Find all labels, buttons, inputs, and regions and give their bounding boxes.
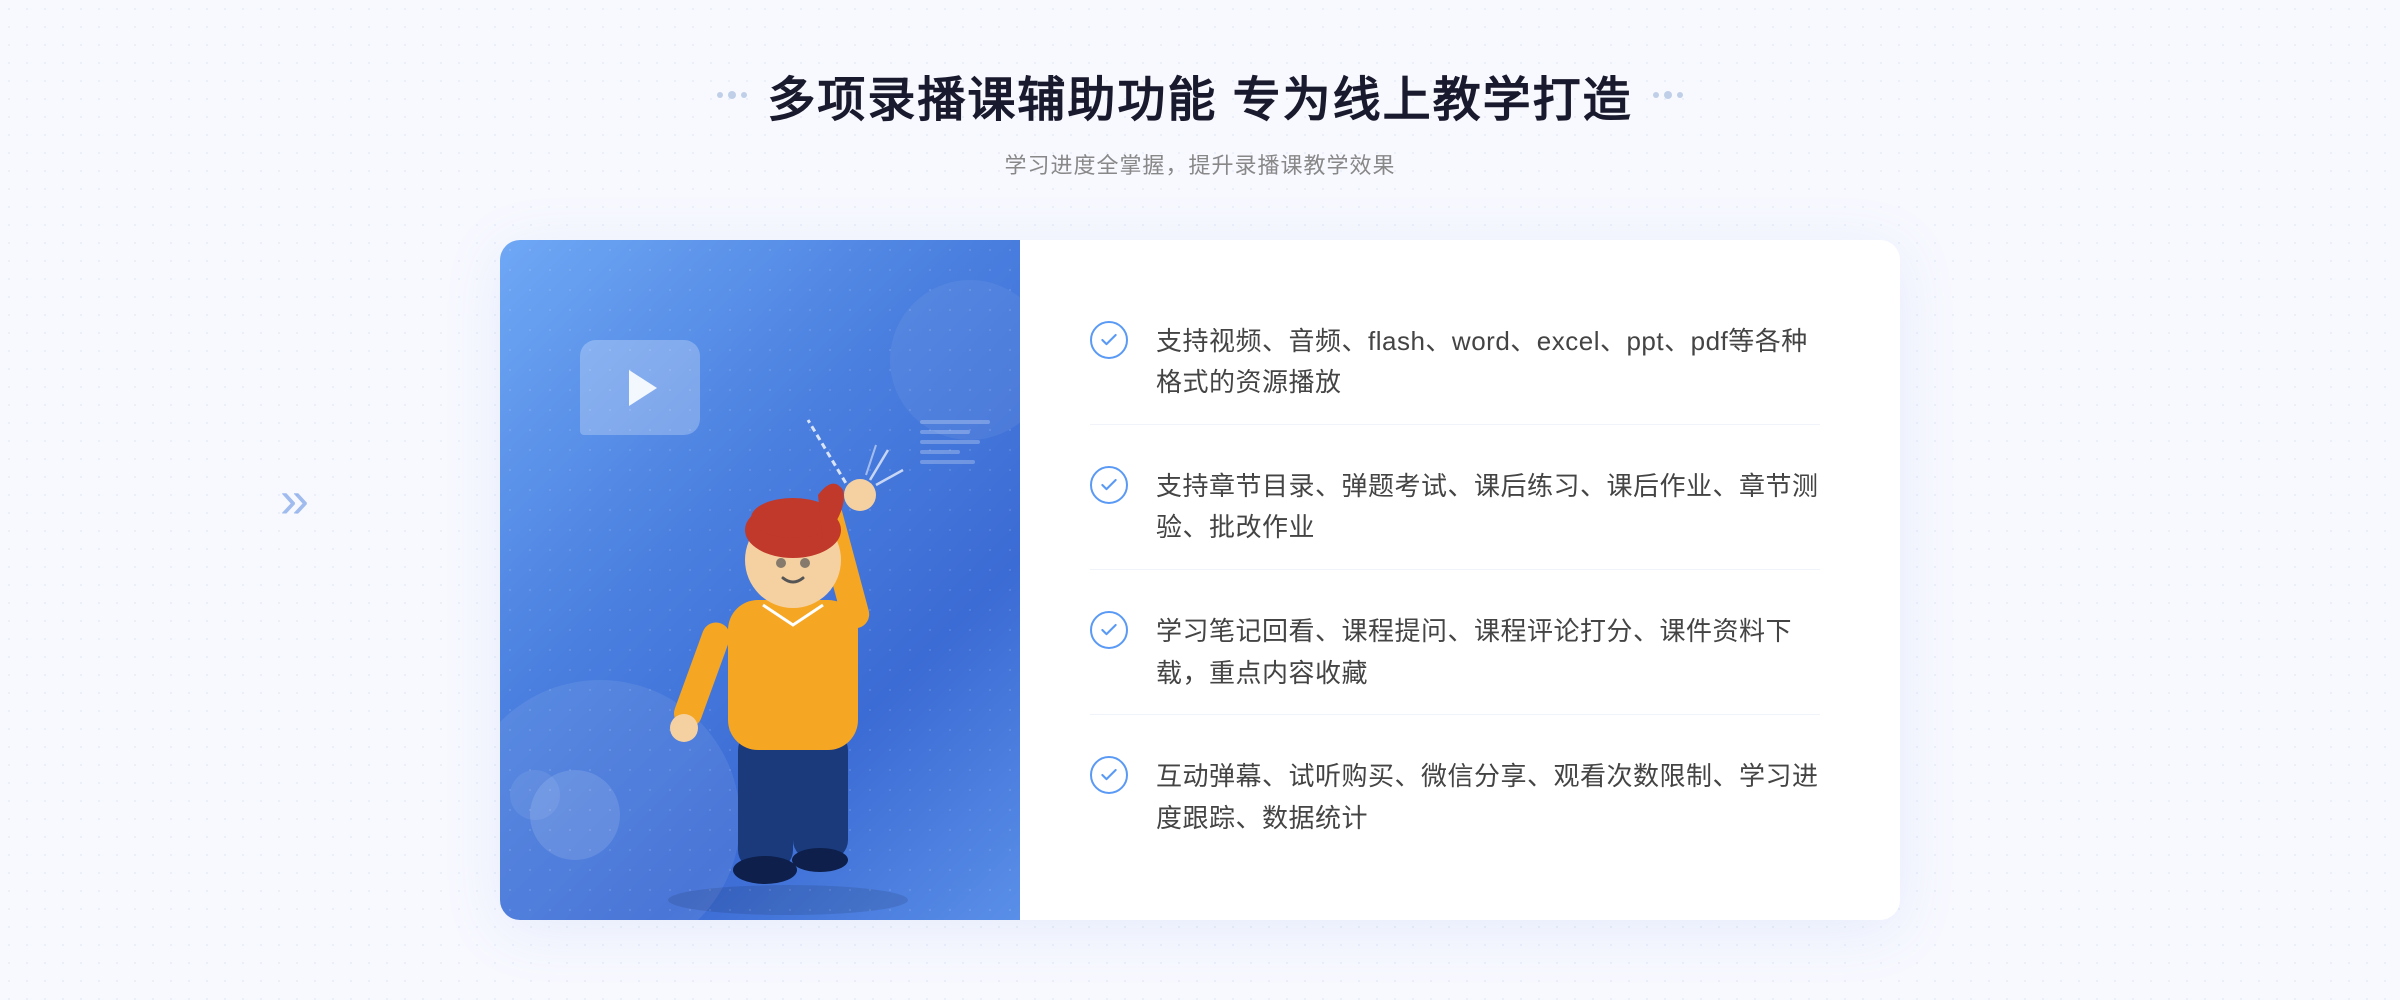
dot — [1664, 91, 1672, 99]
header-right-dots — [1653, 91, 1683, 99]
dot — [741, 92, 747, 98]
check-circle-1 — [1090, 321, 1128, 359]
header-left-dots — [717, 91, 747, 99]
feature-item-2: 支持章节目录、弹题考试、课后练习、课后作业、章节测验、批改作业 — [1090, 446, 1820, 570]
right-features-panel: 支持视频、音频、flash、word、excel、ppt、pdf等各种格式的资源… — [1020, 240, 1900, 920]
check-circle-4 — [1090, 756, 1128, 794]
left-illustration-panel — [500, 240, 1020, 920]
dot — [1653, 92, 1659, 98]
feature-item-1: 支持视频、音频、flash、word、excel、ppt、pdf等各种格式的资源… — [1090, 301, 1820, 425]
dot — [728, 91, 736, 99]
feature-text-2: 支持章节目录、弹题考试、课后练习、课后作业、章节测验、批改作业 — [1156, 466, 1820, 549]
check-icon-3 — [1099, 620, 1119, 640]
header-title-row: 多项录播课辅助功能 专为线上教学打造 — [717, 60, 1682, 130]
check-circle-2 — [1090, 466, 1128, 504]
feature-item-3: 学习笔记回看、课程提问、课程评论打分、课件资料下载，重点内容收藏 — [1090, 591, 1820, 715]
content-section: 支持视频、音频、flash、word、excel、ppt、pdf等各种格式的资源… — [500, 240, 1900, 920]
page-title: 多项录播课辅助功能 专为线上教学打造 — [767, 60, 1632, 130]
page-wrapper: » 多项录播课辅助功能 专为线上教学打造 学习进度全掌握，提升录播课教学效果 — [0, 0, 2400, 1000]
chevron-arrows-icon: » — [280, 474, 309, 526]
feature-item-4: 互动弹幕、试听购买、微信分享、观看次数限制、学习进度跟踪、数据统计 — [1090, 736, 1820, 859]
check-icon-2 — [1099, 475, 1119, 495]
feature-text-1: 支持视频、音频、flash、word、excel、ppt、pdf等各种格式的资源… — [1156, 321, 1820, 404]
check-icon-4 — [1099, 765, 1119, 785]
page-subtitle: 学习进度全掌握，提升录播课教学效果 — [717, 148, 1682, 180]
check-circle-3 — [1090, 611, 1128, 649]
dot — [717, 92, 723, 98]
header-section: 多项录播课辅助功能 专为线上教学打造 学习进度全掌握，提升录播课教学效果 — [717, 60, 1682, 180]
dot — [1677, 92, 1683, 98]
check-icon-1 — [1099, 330, 1119, 350]
feature-text-4: 互动弹幕、试听购买、微信分享、观看次数限制、学习进度跟踪、数据统计 — [1156, 756, 1820, 839]
illustration-character — [608, 400, 988, 920]
feature-text-3: 学习笔记回看、课程提问、课程评论打分、课件资料下载，重点内容收藏 — [1156, 611, 1820, 694]
left-decoration: » — [280, 474, 309, 526]
deco-circle-sm — [510, 770, 560, 820]
